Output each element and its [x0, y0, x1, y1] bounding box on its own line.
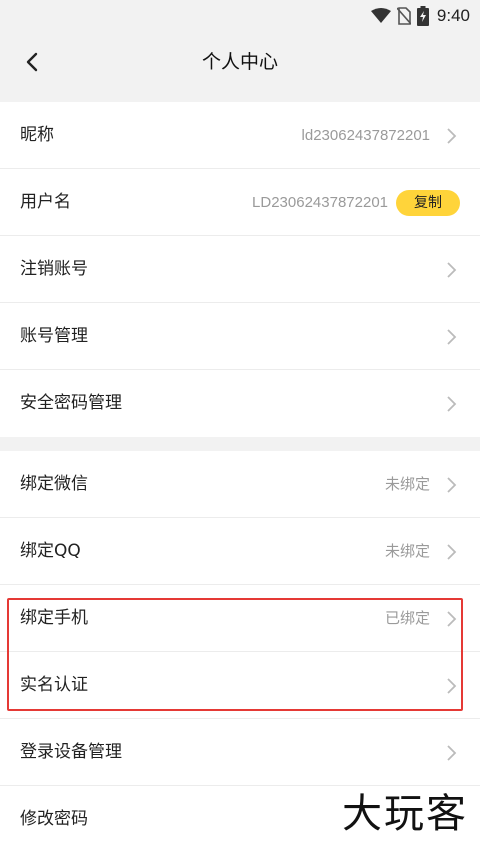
bind-qq-status: 未绑定 — [384, 542, 430, 560]
account-management-row[interactable]: 账号管理 — [0, 303, 480, 370]
bind-phone-status: 已绑定 — [384, 609, 430, 627]
watermark-logo: 大玩客 — [342, 791, 468, 837]
cancel-account-row[interactable]: 注销账号 — [0, 236, 480, 303]
username-label: 用户名 — [20, 192, 71, 212]
chevron-right-icon — [447, 745, 457, 761]
nickname-row[interactable]: 昵称 ld23062437872201 — [0, 102, 480, 169]
account-management-label: 账号管理 — [20, 326, 88, 346]
bind-phone-label: 绑定手机 — [20, 608, 88, 628]
page-title: 个人中心 — [201, 51, 278, 73]
cancel-account-label: 注销账号 — [20, 259, 88, 279]
chevron-right-icon — [447, 128, 457, 144]
bind-wechat-row[interactable]: 绑定微信 未绑定 — [0, 451, 480, 518]
wifi-icon — [370, 8, 391, 23]
username-row: 用户名 LD23062437872201 复制 — [0, 169, 480, 236]
chevron-right-icon — [447, 544, 457, 560]
bind-qq-row[interactable]: 绑定QQ 未绑定 — [0, 518, 480, 585]
security-password-label: 安全密码管理 — [20, 393, 122, 413]
chevron-right-icon — [447, 678, 457, 694]
status-icons: 9:40 — [370, 4, 470, 28]
chevron-right-icon — [447, 611, 457, 627]
bind-wechat-label: 绑定微信 — [20, 474, 88, 494]
chevron-right-icon — [447, 262, 457, 278]
change-password-label: 修改密码 — [20, 809, 88, 829]
copy-button[interactable]: 复制 — [396, 190, 460, 216]
chevron-right-icon — [447, 329, 457, 345]
account-settings-group: 昵称 ld23062437872201 用户名 LD23062437872201… — [0, 102, 480, 437]
bind-wechat-status: 未绑定 — [384, 475, 430, 493]
status-time: 9:40 — [436, 6, 470, 25]
bind-qq-label: 绑定QQ — [20, 541, 81, 561]
chevron-right-icon — [447, 477, 457, 493]
username-value: LD23062437872201 — [252, 194, 388, 211]
real-name-auth-label: 实名认证 — [20, 675, 88, 695]
status-bar: 9:40 — [0, 0, 480, 32]
chevron-right-icon — [447, 396, 457, 412]
real-name-auth-row[interactable]: 实名认证 — [0, 652, 480, 719]
nickname-value: ld23062437872201 — [301, 127, 430, 144]
device-management-label: 登录设备管理 — [20, 742, 122, 762]
security-password-row[interactable]: 安全密码管理 — [0, 370, 480, 437]
bind-phone-row[interactable]: 绑定手机 已绑定 — [0, 585, 480, 652]
no-sim-icon — [396, 7, 411, 25]
nickname-label: 昵称 — [20, 125, 54, 145]
battery-charging-icon — [416, 6, 429, 26]
device-management-row[interactable]: 登录设备管理 — [0, 719, 480, 786]
header-bar: 个人中心 — [0, 32, 480, 92]
